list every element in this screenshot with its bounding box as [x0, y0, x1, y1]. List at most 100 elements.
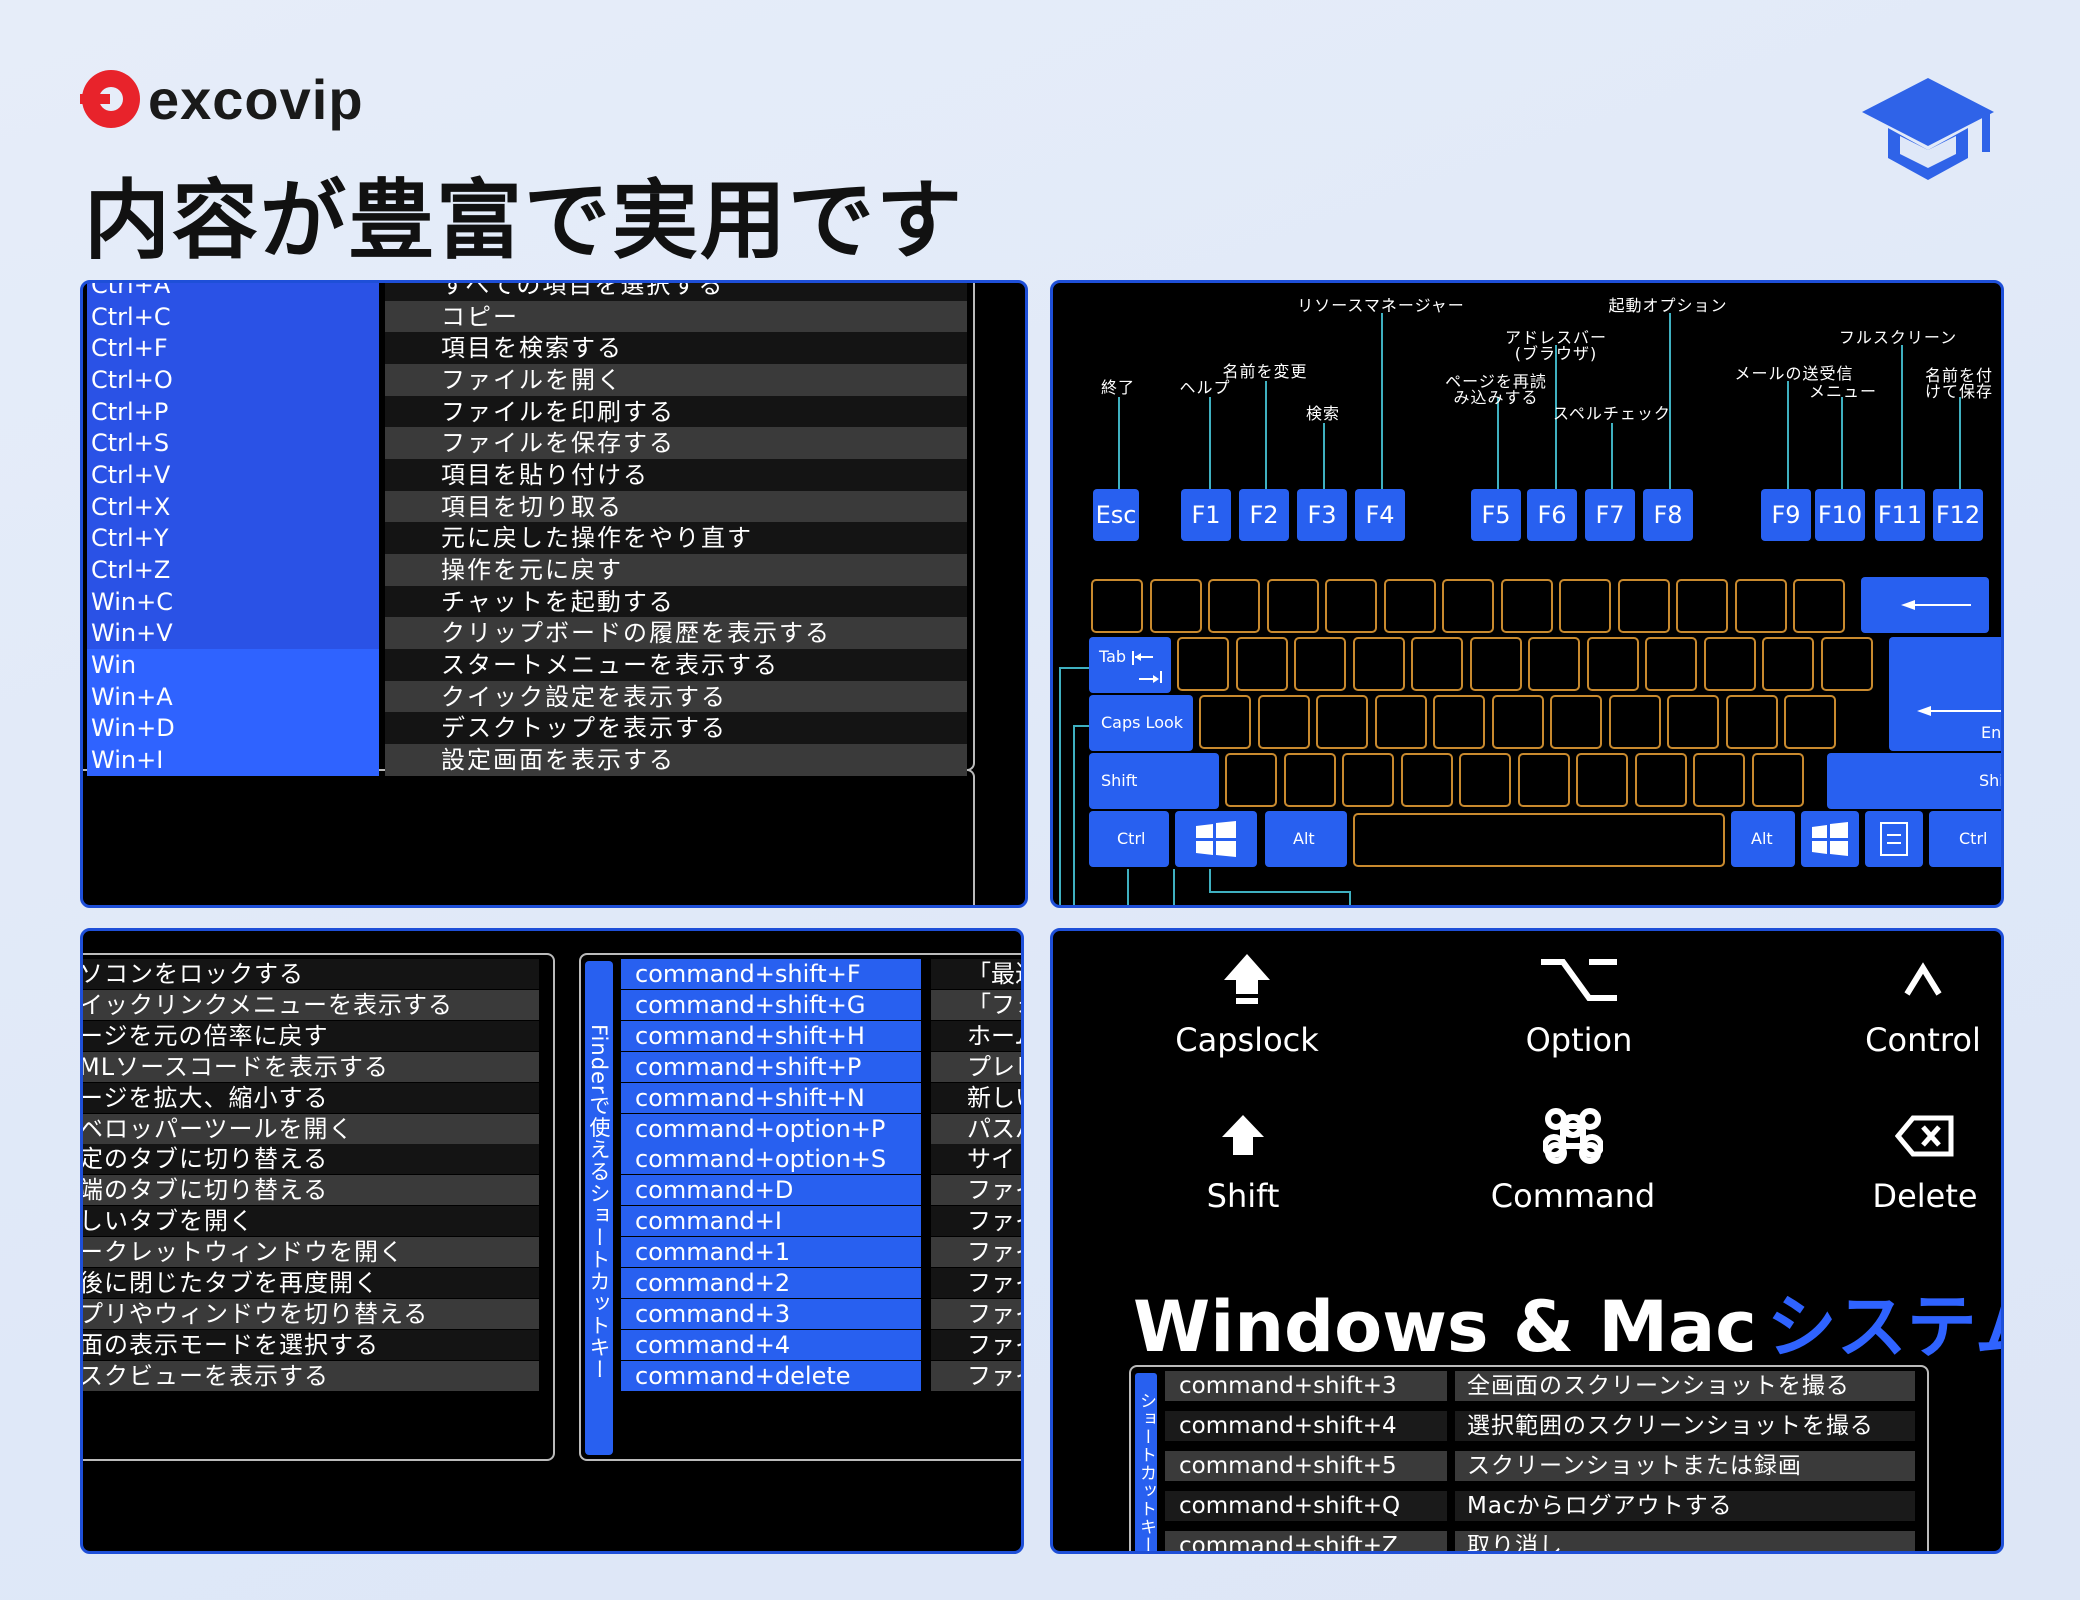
function-key-f8[interactable]: F8	[1643, 489, 1693, 541]
leader-line	[1497, 397, 1499, 489]
function-key-f10[interactable]: F10	[1815, 489, 1865, 541]
letter-key[interactable]	[1725, 695, 1778, 749]
letter-key[interactable]	[1734, 579, 1787, 633]
left-ctrl-key[interactable]: Ctrl	[1089, 811, 1169, 867]
option-icon	[1459, 945, 1699, 1015]
letter-key[interactable]	[1342, 753, 1394, 807]
letter-key[interactable]	[1550, 695, 1602, 749]
function-key-f7[interactable]: F7	[1585, 489, 1635, 541]
letter-key[interactable]	[1586, 637, 1639, 691]
letter-key[interactable]	[1634, 753, 1687, 807]
table-row: command+shift+P プレビ	[621, 1051, 1021, 1082]
right-windows-key[interactable]	[1801, 811, 1859, 867]
tab-key[interactable]: Tab	[1089, 637, 1171, 693]
letter-key[interactable]	[1374, 695, 1427, 749]
letter-key[interactable]	[1208, 579, 1260, 633]
letter-key[interactable]	[1491, 695, 1544, 749]
list-item: ソコンをロックする	[83, 959, 539, 989]
left-shift-key[interactable]: Shift	[1089, 753, 1219, 809]
letter-key[interactable]	[1283, 753, 1336, 807]
function-key-f11[interactable]: F11	[1875, 489, 1925, 541]
function-key-f9[interactable]: F9	[1761, 489, 1811, 541]
left-windows-key[interactable]	[1175, 811, 1257, 867]
letter-key[interactable]	[1325, 579, 1377, 633]
letter-key[interactable]	[1266, 579, 1319, 633]
connector-line	[1349, 891, 1351, 905]
letter-key[interactable]	[1667, 695, 1719, 749]
function-key-f1[interactable]: F1	[1181, 489, 1231, 541]
backspace-key[interactable]	[1861, 577, 1989, 633]
letter-key[interactable]	[1608, 695, 1661, 749]
letter-key[interactable]	[1517, 753, 1570, 807]
letter-key[interactable]	[1352, 637, 1405, 691]
letter-key[interactable]	[1793, 579, 1845, 633]
right-ctrl-key[interactable]: Ctrl	[1929, 811, 2001, 867]
letter-key[interactable]	[1442, 579, 1494, 633]
list-item: 面の表示モードを選択する	[83, 1329, 539, 1360]
letter-key[interactable]	[1091, 579, 1143, 633]
letter-key[interactable]	[1257, 695, 1310, 749]
letter-key[interactable]	[1400, 753, 1453, 807]
shortcut-key: command+shift+G	[621, 989, 921, 1020]
tab-key-label: Tab	[1099, 647, 1127, 666]
function-key-f3[interactable]: F3	[1297, 489, 1347, 541]
caps-key-label: Caps Look	[1101, 713, 1184, 732]
letter-key[interactable]	[1645, 637, 1697, 691]
brand-logo: excovip	[80, 67, 364, 131]
leader-line	[1118, 397, 1120, 489]
letter-key[interactable]	[1469, 637, 1522, 691]
letter-key[interactable]	[1225, 753, 1277, 807]
letter-key[interactable]	[1676, 579, 1728, 633]
letter-key[interactable]	[1235, 637, 1288, 691]
mac-key-label: Option	[1525, 1021, 1633, 1059]
function-key-f2[interactable]: F2	[1239, 489, 1289, 541]
letter-key[interactable]	[1751, 753, 1804, 807]
shortcut-key: command+option+S	[621, 1144, 921, 1175]
list-item: 後に閉じたタブを再度開く	[83, 1268, 539, 1298]
letter-key[interactable]	[1433, 695, 1485, 749]
letter-key[interactable]	[1693, 753, 1745, 807]
list-item: スクビューを表示する	[83, 1360, 539, 1391]
shortcut-key: command+2	[621, 1268, 921, 1298]
shortcut-desc: ファイ	[931, 1237, 1021, 1268]
right-alt-key[interactable]: Alt	[1731, 811, 1795, 867]
left-alt-key[interactable]: Alt	[1265, 811, 1347, 867]
capslock-icon	[1127, 945, 1367, 1015]
letter-key[interactable]	[1294, 637, 1346, 691]
letter-key[interactable]	[1177, 637, 1229, 691]
letter-key[interactable]	[1762, 637, 1814, 691]
function-key-esc[interactable]: Esc	[1093, 489, 1139, 541]
brand-name: excovip	[148, 67, 364, 131]
letter-key[interactable]	[1528, 637, 1580, 691]
function-key-f4[interactable]: F4	[1355, 489, 1405, 541]
command-icon	[1453, 1101, 1693, 1171]
space-bar[interactable]	[1353, 813, 1725, 867]
letter-key[interactable]	[1820, 637, 1873, 691]
menu-key[interactable]	[1865, 811, 1923, 867]
letter-key[interactable]	[1459, 753, 1511, 807]
letter-key[interactable]	[1411, 637, 1463, 691]
function-key-f5[interactable]: F5	[1471, 489, 1521, 541]
letter-key[interactable]	[1703, 637, 1756, 691]
letter-key[interactable]	[1576, 753, 1628, 807]
function-key-f12[interactable]: F12	[1933, 489, 1983, 541]
enter-key[interactable]: Enter	[1889, 637, 2001, 751]
letter-key[interactable]	[1559, 579, 1611, 633]
graduation-cap-icon	[1862, 78, 1994, 180]
table-row: command+shift+N 新しい	[621, 1082, 1021, 1113]
shortcut-list: Ctrl+A すべての項目を選択する Ctrl+C コピー Ctrl+F 項目を検索する C…	[87, 283, 967, 777]
caps-key[interactable]: Caps Look	[1089, 695, 1193, 751]
function-key-f6[interactable]: F6	[1527, 489, 1577, 541]
letter-key[interactable]	[1383, 579, 1436, 633]
right-shift-key[interactable]: Shift	[1827, 753, 2001, 809]
letter-key[interactable]	[1784, 695, 1836, 749]
table-row: command+shift+3 全画面のスクリーンショットを撮る	[1165, 1371, 1925, 1401]
shortcut-desc: すべての項目を選択する	[385, 283, 967, 301]
letter-key[interactable]	[1617, 579, 1670, 633]
letter-key[interactable]	[1199, 695, 1251, 749]
shortcut-key: Win+D	[87, 712, 379, 745]
mac-key-option: Option	[1459, 945, 1699, 1059]
letter-key[interactable]	[1149, 579, 1202, 633]
letter-key[interactable]	[1316, 695, 1368, 749]
letter-key[interactable]	[1500, 579, 1553, 633]
